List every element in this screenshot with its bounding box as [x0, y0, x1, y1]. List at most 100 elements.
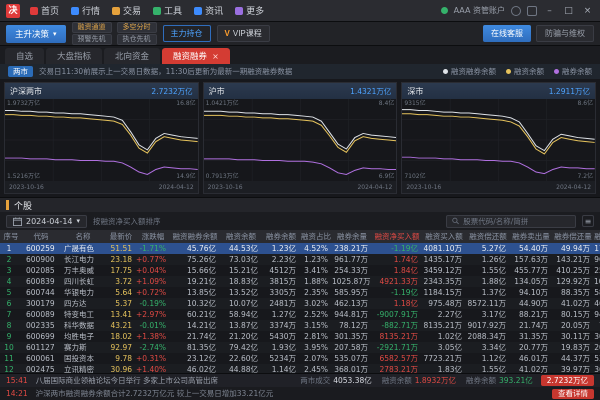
table-controls: 2024-04-14 ▾ 按融资净买入额排序 ≡	[0, 212, 600, 230]
chart-latest-value[interactable]: 2.7232万亿	[151, 86, 192, 97]
stock-table-wrap[interactable]: 序号代码名称最新价涨跌幅融资融券余额融资余额融券余额融资占比融券余量融资净买入额…	[0, 230, 600, 373]
menu-item-quotes[interactable]: 行情	[65, 4, 106, 17]
table-row[interactable]: 4600839四川长虹3.72+1.09%19.21亿18.83亿3815万1.…	[0, 276, 600, 287]
col-header-chg[interactable]: 涨跌幅	[136, 230, 170, 243]
close-button[interactable]: ×	[581, 6, 594, 16]
table-row[interactable]: 8002335科华数据43.21-0.01%14.21亿13.87亿3374万3…	[0, 320, 600, 331]
col-header-n5[interactable]: 融资买入额	[422, 230, 466, 243]
tab-watchlist[interactable]: 自选	[5, 48, 44, 64]
section-marker	[6, 200, 9, 210]
table-row[interactable]: 1600259广晟有色51.51-1.71%45.76亿44.53亿1.23亿4…	[0, 243, 600, 254]
cell-n3: 4512万	[262, 265, 300, 276]
col-header-net[interactable]: 融资净买入额	[372, 230, 422, 243]
cell-n5: 3.05亿	[422, 342, 466, 353]
anti-fraud-button[interactable]: 防骗与维权	[536, 25, 594, 42]
cell-n3: 3815万	[262, 276, 300, 287]
col-header-n6[interactable]: 融资偿还额	[466, 230, 510, 243]
column-settings-icon[interactable]: ≡	[582, 215, 594, 227]
table-row[interactable]: 7600089特变电工13.41+2.97%60.21亿58.94亿1.27亿2…	[0, 309, 600, 320]
vip-course-button[interactable]: V VIP课程	[217, 25, 270, 42]
search-input[interactable]	[463, 217, 570, 226]
date-picker[interactable]: 2024-04-14 ▾	[6, 215, 87, 228]
table-row[interactable]: 11600061国投资本9.78+0.31%23.12亿22.60亿5234万2…	[0, 353, 600, 364]
cell-n8: 39.97万	[552, 364, 594, 373]
cell-net: -1.19亿	[372, 287, 422, 298]
table-row[interactable]: 5600744华银电力5.64+0.72%13.85亿13.52亿3305万2.…	[0, 287, 600, 298]
table-row[interactable]: 3002085万丰奥威17.75+0.04%15.66亿15.21亿4512万3…	[0, 265, 600, 276]
main-force-button[interactable]: 主力持仓	[163, 25, 211, 42]
online-service-button[interactable]: 在线客服	[483, 25, 531, 42]
table-row[interactable]: 2600900长江电力23.18+0.77%75.26亿73.03亿2.23亿1…	[0, 254, 600, 265]
legend-dot	[443, 69, 448, 74]
col-header-ratio[interactable]: 融资占比	[300, 230, 332, 243]
x-axis-label: 2023-10-16	[208, 184, 243, 191]
mini-button-0-1[interactable]: 预警先机	[72, 34, 112, 45]
message-icon[interactable]	[511, 6, 521, 16]
cell-name: 国投资本	[60, 353, 106, 364]
chart-canvas: 9315亿7102亿8.6亿7.2亿	[402, 99, 595, 181]
maximize-button[interactable]: □	[562, 6, 575, 16]
cell-n8: 20.05万	[552, 320, 594, 331]
col-header-idx[interactable]: 序号	[0, 230, 22, 243]
x-axis-label: 2024-04-12	[556, 184, 591, 191]
minimize-button[interactable]: –	[543, 6, 556, 16]
status-stats: 两市成交4053.38亿融资余额1.8932万亿融券余额393.21亿	[300, 375, 533, 386]
stat-label: 两市成交	[300, 375, 330, 386]
cell-n9: 301.35万	[594, 331, 600, 342]
menu-item-more[interactable]: 更多	[229, 4, 270, 17]
margin-total-badge[interactable]: 2.7232万亿	[541, 375, 594, 386]
cell-n2: 10.07亿	[220, 298, 262, 309]
search-box[interactable]	[446, 215, 576, 228]
cell-code: 600744	[22, 287, 60, 298]
chart-latest-value[interactable]: 1.4321万亿	[350, 86, 391, 97]
table-row[interactable]: 6300179四方达5.37-0.19%10.32亿10.07亿2481万3.0…	[0, 298, 600, 309]
table-row[interactable]: 9600699均胜电子18.02+1.38%21.74亿21.20亿5430万2…	[0, 331, 600, 342]
col-header-code[interactable]: 代码	[22, 230, 60, 243]
settings-icon[interactable]	[527, 6, 537, 16]
cell-n1: 45.76亿	[170, 243, 220, 254]
cell-n3: 5234万	[262, 353, 300, 364]
col-header-price[interactable]: 最新价	[106, 230, 136, 243]
cell-n8: 44.37万	[552, 353, 594, 364]
cell-n7: 44.90万	[510, 298, 552, 309]
col-header-n7[interactable]: 融券卖出量	[510, 230, 552, 243]
menu-item-tools[interactable]: 工具	[147, 4, 188, 17]
col-header-name[interactable]: 名称	[60, 230, 106, 243]
col-header-n8[interactable]: 融券偿还量	[552, 230, 594, 243]
mini-button-1-0[interactable]: 多空分时	[117, 22, 157, 33]
cell-price: 43.21	[106, 320, 136, 331]
mini-button-0-0[interactable]: 融资通道	[72, 22, 112, 33]
cell-ratio: 2.81%	[300, 331, 332, 342]
col-header-n4[interactable]: 融券余量	[332, 230, 372, 243]
menu-item-news[interactable]: 资讯	[188, 4, 229, 17]
x-axis-label: 2023-10-16	[9, 184, 44, 191]
menu-item-home[interactable]: 首页	[24, 4, 65, 17]
tab-margin-trading[interactable]: 融资融券×	[162, 48, 230, 64]
cell-n1: 46.02亿	[170, 364, 220, 373]
stat-label: 融券余额	[466, 375, 496, 386]
view-detail-button[interactable]: 查看详情	[552, 389, 594, 399]
menu-item-trade[interactable]: 交易	[106, 4, 147, 17]
cell-price: 17.75	[106, 265, 136, 276]
chart-latest-value[interactable]: 1.2911万亿	[549, 86, 590, 97]
cell-code: 002335	[22, 320, 60, 331]
primary-strategy-button[interactable]: 主升决策 ▾	[6, 25, 66, 43]
cell-n1: 15.66亿	[170, 265, 220, 276]
news-time: 15:41	[6, 376, 28, 385]
col-header-n9[interactable]: 融券净卖出	[594, 230, 600, 243]
tab-close-icon[interactable]: ×	[212, 52, 219, 61]
mini-button-1-1[interactable]: 执仓先机	[117, 34, 157, 45]
table-row[interactable]: 12002475立讯精密30.96+1.40%46.02亿44.88亿1.14亿…	[0, 364, 600, 373]
tab-northbound-funds[interactable]: 北向资金	[104, 48, 160, 64]
col-header-n3[interactable]: 融券余额	[262, 230, 300, 243]
cell-ratio: 2.35%	[300, 287, 332, 298]
cell-n4: 78.12万	[332, 320, 372, 331]
tab-market-indicators[interactable]: 大盘指标	[46, 48, 102, 64]
cell-n9: 535.07万	[594, 353, 600, 364]
cell-n7: 41.02万	[510, 364, 552, 373]
col-header-n1[interactable]: 融资融券余额	[170, 230, 220, 243]
cell-n1: 14.21亿	[170, 320, 220, 331]
table-row[interactable]: 10601127赛力斯92.97-2.74%81.35亿79.42亿1.93亿3…	[0, 342, 600, 353]
news-ticker[interactable]: 八届国际商业领袖论坛今日举行 多家上市公司高管出席	[36, 375, 218, 386]
col-header-n2[interactable]: 融资余额	[220, 230, 262, 243]
